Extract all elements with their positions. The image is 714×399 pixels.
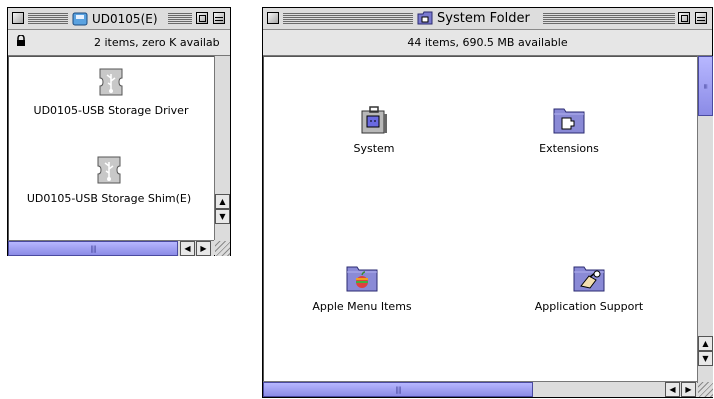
application-support-folder-icon — [573, 266, 605, 292]
udo-title-stripes-left — [28, 13, 68, 24]
folder-item-label: Extensions — [539, 142, 599, 155]
folder-item-label: System — [353, 142, 395, 155]
folder-item[interactable]: Application Support — [524, 261, 654, 313]
system-vertical-scroll-thumb[interactable]: ≡ — [698, 56, 713, 116]
system-title-stripes-left — [283, 13, 413, 24]
system-info-bar: 44 items, 690.5 MB available — [263, 30, 712, 56]
udo-content: UD0105-USB Storage Driver UD0105-USB Sto… — [8, 56, 214, 240]
system-scroll-up-button[interactable]: ▲ — [698, 336, 713, 351]
usb-driver-icon — [97, 156, 121, 184]
udo-scroll-left-button[interactable]: ◀ — [180, 241, 195, 256]
grip-icon: ≡ — [701, 83, 710, 89]
system-vertical-scrollbar[interactable]: ≡ ▲ ▼ — [697, 56, 713, 383]
system-title: System Folder — [413, 10, 534, 28]
system-content: System Extensions Apple Menu Items Appli… — [263, 56, 697, 383]
folder-item[interactable]: Apple Menu Items — [297, 261, 427, 313]
udo-title-text: UD0105(E) — [92, 12, 158, 26]
system-title-bar[interactable]: System Folder — [263, 8, 712, 30]
udo-horizontal-scroll-thumb[interactable]: |||| — [8, 241, 178, 256]
udo-zoom-box[interactable] — [196, 12, 208, 24]
system-title-text: System Folder — [437, 11, 530, 26]
triangle-right-icon: ▶ — [685, 385, 692, 394]
system-horizontal-scrollbar[interactable]: |||| ◀ ▶ — [263, 381, 697, 397]
udo-item-label: UD0105-USB Storage Shim(E) — [26, 192, 192, 205]
udo-title: UD0105(E) — [68, 10, 162, 28]
system-scroll-left-button[interactable]: ◀ — [665, 382, 680, 397]
system-folder-window: System Folder 44 items, 690.5 MB availab… — [262, 7, 713, 398]
udo-item[interactable]: UD0105-USB Storage Driver — [11, 65, 211, 117]
triangle-up-icon: ▲ — [219, 197, 226, 206]
system-resize-grip[interactable] — [698, 382, 713, 397]
system-collapse-box[interactable] — [695, 12, 707, 24]
system-title-stripes-right — [543, 13, 675, 24]
udo-scroll-right-button[interactable]: ▶ — [196, 241, 211, 256]
triangle-right-icon: ▶ — [200, 244, 207, 253]
udo-close-box[interactable] — [12, 12, 24, 24]
apple-menu-folder-icon — [346, 266, 378, 292]
system-suitcase-icon — [361, 106, 387, 134]
grip-icon: |||| — [90, 244, 97, 253]
system-scroll-right-button[interactable]: ▶ — [681, 382, 696, 397]
system-close-box[interactable] — [267, 12, 279, 24]
triangle-up-icon: ▲ — [702, 339, 709, 348]
udo-horizontal-scrollbar[interactable]: |||| ◀ ▶ — [8, 240, 214, 256]
system-info-text: 44 items, 690.5 MB available — [407, 36, 568, 49]
udo-title-stripes-right — [168, 13, 192, 24]
udo-info-text: 2 items, zero K availab — [94, 36, 220, 49]
udo-vertical-scrollbar[interactable]: ▲ ▼ — [214, 56, 230, 240]
disk-icon — [72, 12, 88, 31]
system-zoom-box[interactable] — [678, 12, 690, 24]
udo-window: UD0105(E) 2 items, zero K availab UD0105… — [7, 7, 231, 256]
udo-info-bar: 2 items, zero K availab — [8, 30, 230, 56]
folder-item[interactable]: Extensions — [514, 103, 624, 155]
udo-resize-grip[interactable] — [215, 241, 230, 256]
udo-scroll-up-button[interactable]: ▲ — [215, 194, 230, 209]
usb-driver-icon — [99, 68, 123, 96]
folder-item[interactable]: System — [324, 103, 424, 155]
udo-collapse-box[interactable] — [213, 12, 225, 24]
udo-scroll-down-button[interactable]: ▼ — [215, 209, 230, 224]
system-folder-icon — [417, 11, 433, 31]
grip-icon: |||| — [395, 385, 402, 394]
udo-item-label: UD0105-USB Storage Driver — [33, 104, 189, 117]
lock-icon — [16, 30, 26, 55]
system-horizontal-scroll-thumb[interactable]: |||| — [263, 382, 533, 397]
udo-item[interactable]: UD0105-USB Storage Shim(E) — [9, 153, 211, 205]
triangle-left-icon: ◀ — [669, 385, 676, 394]
triangle-down-icon: ▼ — [219, 212, 226, 221]
system-scroll-down-button[interactable]: ▼ — [698, 351, 713, 366]
folder-item-label: Application Support — [534, 300, 644, 313]
udo-title-bar[interactable]: UD0105(E) — [8, 8, 230, 30]
triangle-left-icon: ◀ — [184, 244, 191, 253]
triangle-down-icon: ▼ — [702, 354, 709, 363]
extensions-folder-icon — [553, 108, 585, 134]
folder-item-label: Apple Menu Items — [312, 300, 412, 313]
